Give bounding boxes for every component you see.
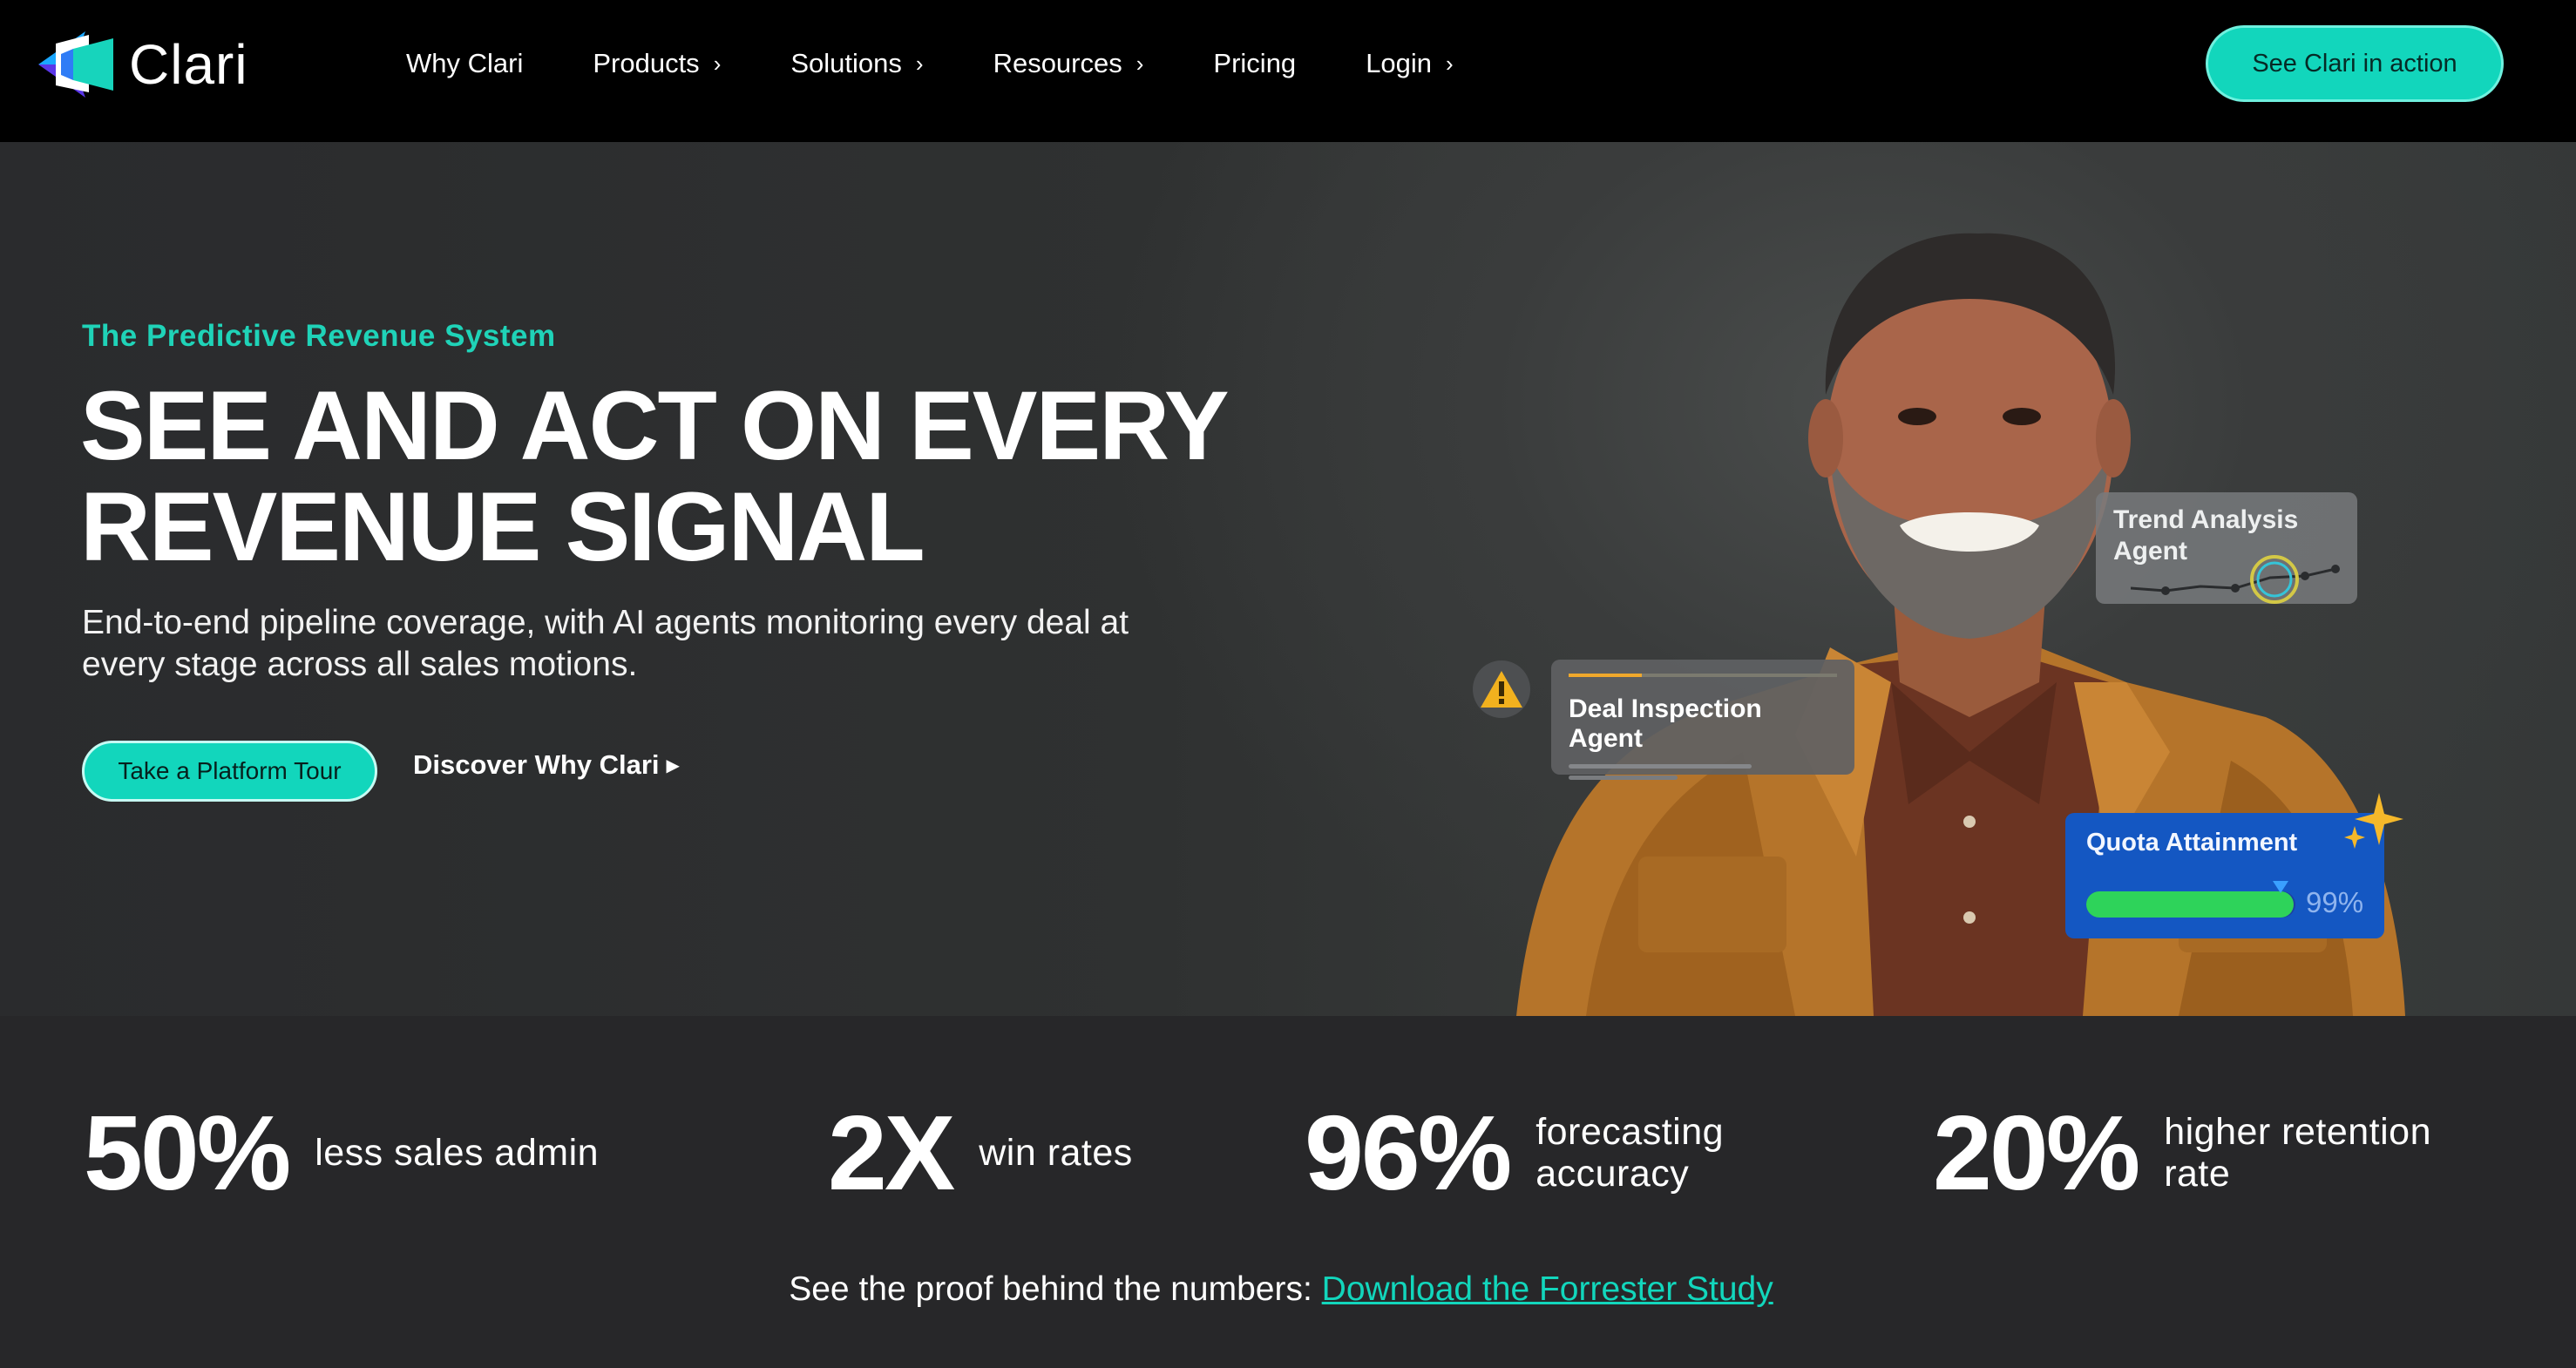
stat-item: 2X win rates [828, 1096, 1133, 1209]
nav-item-label: Login [1366, 48, 1433, 78]
proof-text: See the proof behind the numbers: [789, 1270, 1312, 1308]
sparkle-icon [2344, 793, 2403, 849]
quota-progress-fill [2086, 891, 2294, 918]
quota-card-title: Quota Attainment [2086, 829, 2298, 857]
chevron-right-icon: › [1446, 51, 1454, 77]
warning-icon [1473, 660, 1530, 718]
nav-item-why-clari[interactable]: Why Clari [406, 48, 523, 79]
stat-item: 96% forecasting accuracy [1305, 1096, 1771, 1209]
stat-item: 50% less sales admin [84, 1096, 599, 1209]
stat-label: win rates [979, 1132, 1133, 1174]
forrester-study-link[interactable]: Download the Forrester Study [1322, 1270, 1773, 1308]
stat-label: forecasting accuracy [1535, 1111, 1725, 1195]
stat-number: 2X [828, 1094, 955, 1212]
stat-label: less sales admin [315, 1132, 600, 1174]
stats-section: 50% less sales admin 2X win rates 96% fo… [0, 1016, 2576, 1368]
nav-item-products[interactable]: Products › [593, 48, 721, 79]
nav-item-label: Products [593, 48, 700, 78]
nav-item-label: Why Clari [406, 48, 524, 78]
hero-section: The Predictive Revenue System SEE AND AC… [0, 142, 2576, 1016]
headline-line-2: REVENUE SIGNAL [80, 472, 925, 581]
hero-subtext: End-to-end pipeline coverage, with AI ag… [82, 604, 1129, 683]
proof-line: See the proof behind the numbers: Downlo… [0, 1270, 2562, 1309]
deal-card-title: Deal Inspection Agent [1569, 694, 1762, 753]
clari-logo-icon [38, 31, 113, 98]
stat-item: 20% higher retention rate [1933, 1096, 2486, 1209]
quota-attainment-card: Quota Attainment 99% [2065, 813, 2384, 938]
chevron-right-icon: › [713, 51, 722, 77]
nav-item-solutions[interactable]: Solutions › [790, 48, 923, 79]
nav-item-resources[interactable]: Resources › [993, 48, 1144, 79]
stat-number: 96% [1305, 1094, 1512, 1212]
trend-analysis-agent-card: Trend Analysis Agent [2096, 492, 2357, 604]
nav-item-pricing[interactable]: Pricing [1213, 48, 1296, 79]
stat-number: 20% [1933, 1094, 2140, 1212]
quota-marker-icon [2273, 881, 2288, 893]
top-navigation: Clari Why Clari Products › Solutions › R… [0, 0, 2576, 142]
headline-line-1: SEE AND ACT ON EVERY [80, 371, 1230, 480]
discover-link-label: Discover Why Clari [413, 749, 660, 780]
quota-percentage: 99% [2306, 886, 2364, 918]
chevron-right-icon: › [1135, 51, 1144, 77]
nav-item-label: Pricing [1213, 48, 1297, 78]
caret-right-icon: ▶ [666, 755, 680, 775]
hero-eyebrow: The Predictive Revenue System [82, 319, 556, 353]
platform-tour-button[interactable]: Take a Platform Tour [82, 741, 377, 802]
trend-line-icon [2131, 555, 2340, 604]
main-menu: Why Clari Products › Solutions › Resourc… [406, 0, 1523, 127]
deal-card-progress [1569, 674, 1837, 677]
stat-number: 50% [84, 1094, 291, 1212]
deal-inspection-agent-card: Deal Inspection Agent [1551, 660, 1854, 780]
chevron-right-icon: › [915, 51, 924, 77]
discover-why-clari-link[interactable]: Discover Why Clari ▶ [413, 749, 680, 781]
nav-item-login[interactable]: Login › [1366, 48, 1454, 79]
placeholder-line [1569, 764, 1752, 769]
nav-item-label: Solutions [790, 48, 902, 78]
stat-label: higher retention rate [2164, 1111, 2432, 1195]
logo-wordmark: Clari [129, 33, 248, 96]
nav-item-label: Resources [993, 48, 1122, 78]
hero-headline: SEE AND ACT ON EVERY REVENUE SIGNAL [80, 376, 1300, 578]
placeholder-line [1569, 775, 1678, 780]
quota-progress-bar [2086, 891, 2295, 918]
clari-logo[interactable]: Clari [38, 31, 248, 98]
see-clari-in-action-button[interactable]: See Clari in action [2206, 25, 2504, 102]
